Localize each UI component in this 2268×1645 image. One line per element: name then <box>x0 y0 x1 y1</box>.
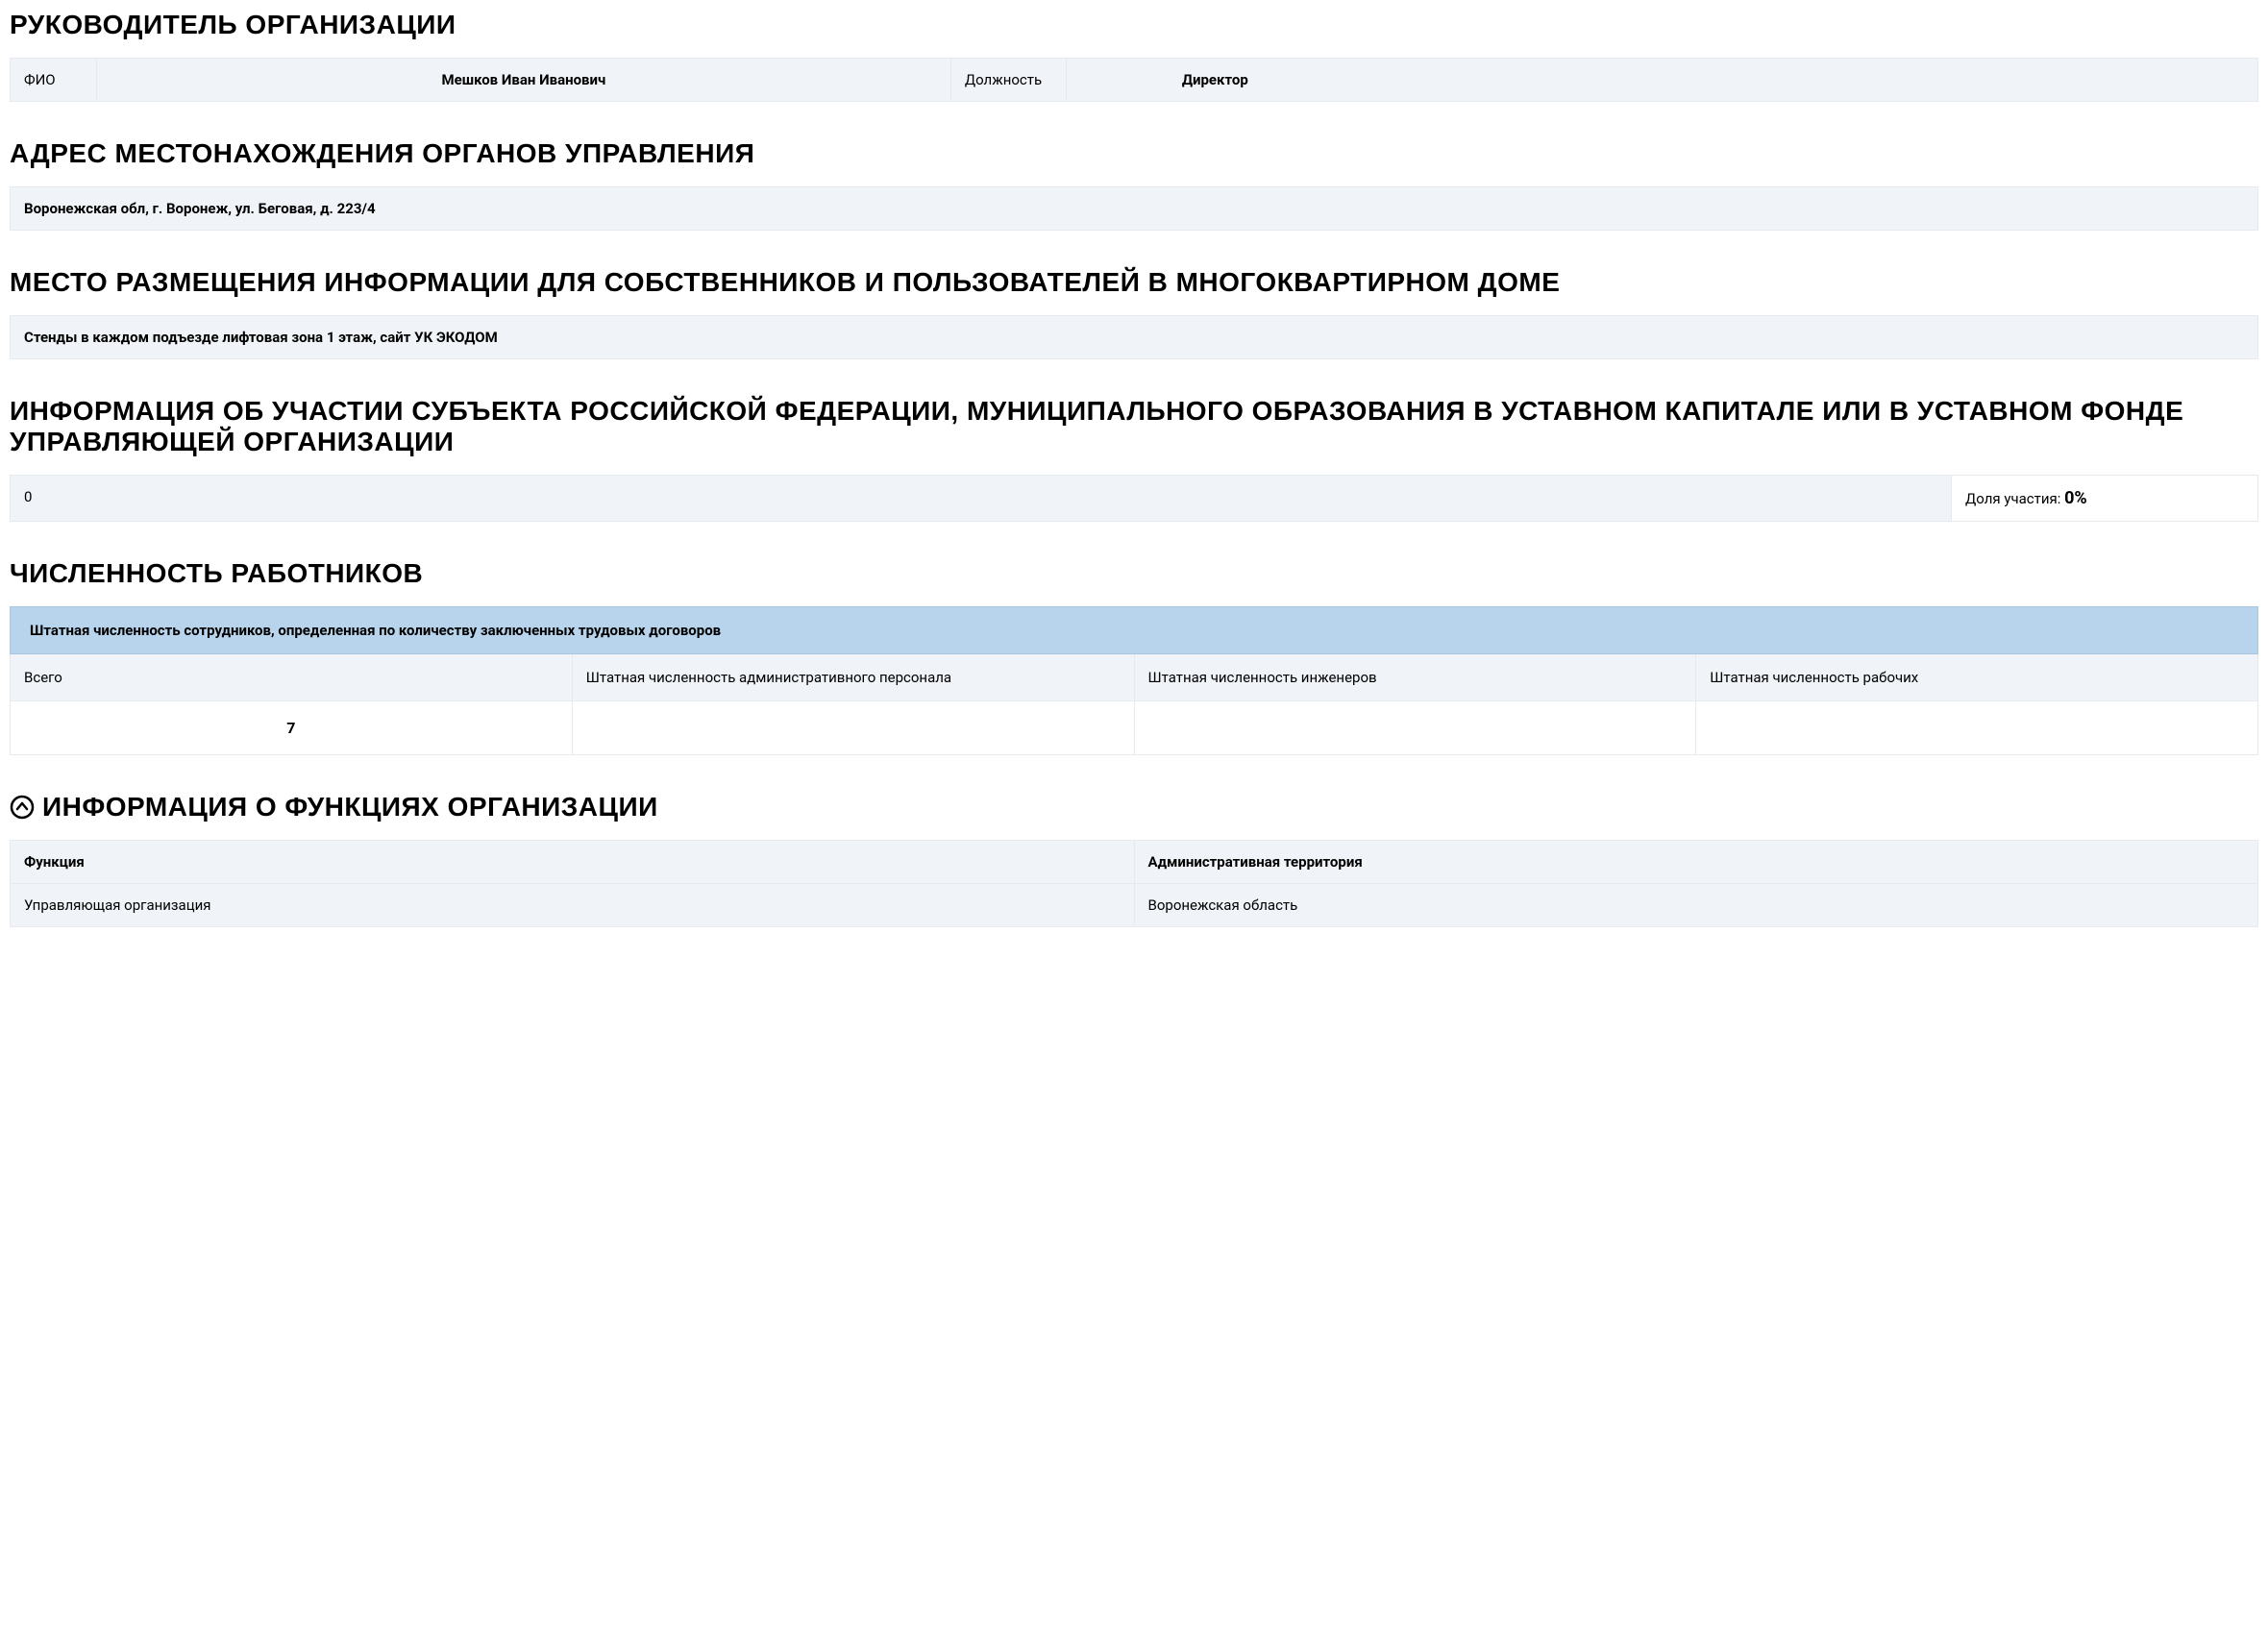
share-value: 0% <box>2064 488 2087 508</box>
participation-value: 0 <box>10 475 1951 522</box>
fio-label: ФИО <box>11 59 97 102</box>
func-row1-c1: Управляющая организация <box>11 884 1135 927</box>
staff-table: Штатная численность сотрудников, определ… <box>10 606 2258 755</box>
staff-val-3 <box>1134 701 1696 755</box>
staff-val-2 <box>572 701 1134 755</box>
collapse-icon[interactable] <box>10 795 35 820</box>
participation-title: ИНФОРМАЦИЯ ОБ УЧАСТИИ СУБЪЕКТА РОССИЙСКО… <box>10 396 2258 457</box>
position-label: Должность <box>950 59 1066 102</box>
address-title: АДРЕС МЕСТОНАХОЖДЕНИЯ ОРГАНОВ УПРАВЛЕНИЯ <box>10 138 2258 169</box>
staff-col-2: Штатная численность административного пе… <box>572 654 1134 701</box>
staff-col-3: Штатная численность инженеров <box>1134 654 1696 701</box>
fio-value: Мешков Иван Иванович <box>97 59 951 102</box>
func-col-1: Функция <box>11 841 1135 884</box>
section-leader: РУКОВОДИТЕЛЬ ОРГАНИЗАЦИИ ФИО Мешков Иван… <box>10 10 2258 102</box>
functions-title-row: ИНФОРМАЦИЯ О ФУНКЦИЯХ ОРГАНИЗАЦИИ <box>10 792 2258 822</box>
functions-table: Функция Административная территория Упра… <box>10 840 2258 927</box>
func-row1-c2: Воронежская область <box>1134 884 2258 927</box>
section-participation: ИНФОРМАЦИЯ ОБ УЧАСТИИ СУБЪЕКТА РОССИЙСКО… <box>10 396 2258 522</box>
section-address: АДРЕС МЕСТОНАХОЖДЕНИЯ ОРГАНОВ УПРАВЛЕНИЯ… <box>10 138 2258 231</box>
section-info-placement: МЕСТО РАЗМЕЩЕНИЯ ИНФОРМАЦИИ ДЛЯ СОБСТВЕН… <box>10 267 2258 359</box>
staff-col-4: Штатная численность рабочих <box>1696 654 2258 701</box>
participation-share: Доля участия: 0% <box>1951 475 2258 522</box>
info-placement-title: МЕСТО РАЗМЕЩЕНИЯ ИНФОРМАЦИИ ДЛЯ СОБСТВЕН… <box>10 267 2258 298</box>
staff-val-1: 7 <box>11 701 573 755</box>
func-col-2: Административная территория <box>1134 841 2258 884</box>
functions-title: ИНФОРМАЦИЯ О ФУНКЦИЯХ ОРГАНИЗАЦИИ <box>42 792 658 822</box>
participation-row: 0 Доля участия: 0% <box>10 475 2258 522</box>
staff-col-1: Всего <box>11 654 573 701</box>
position-value: Директор <box>1066 59 2257 102</box>
leader-title: РУКОВОДИТЕЛЬ ОРГАНИЗАЦИИ <box>10 10 2258 40</box>
leader-table: ФИО Мешков Иван Иванович Должность Дирек… <box>10 58 2258 102</box>
address-value: Воронежская обл, г. Воронеж, ул. Беговая… <box>10 186 2258 231</box>
staff-title: ЧИСЛЕННОСТЬ РАБОТНИКОВ <box>10 558 2258 589</box>
share-label: Доля участия: <box>1965 490 2064 507</box>
section-functions: ИНФОРМАЦИЯ О ФУНКЦИЯХ ОРГАНИЗАЦИИ Функци… <box>10 792 2258 927</box>
staff-val-4 <box>1696 701 2258 755</box>
section-staff: ЧИСЛЕННОСТЬ РАБОТНИКОВ Штатная численнос… <box>10 558 2258 755</box>
staff-header: Штатная численность сотрудников, определ… <box>11 607 2258 654</box>
info-placement-value: Стенды в каждом подъезде лифтовая зона 1… <box>10 315 2258 359</box>
